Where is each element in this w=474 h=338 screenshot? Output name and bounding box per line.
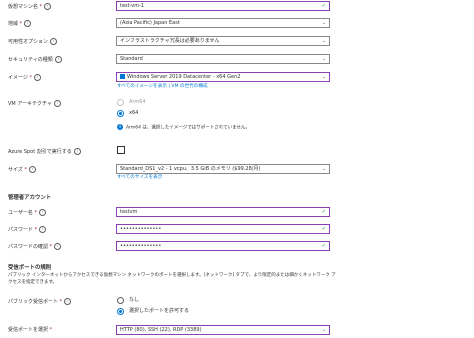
availability-select[interactable]: インフラストラクチャ冗長は必要ありません ⌄	[116, 36, 330, 46]
chevron-down-icon: ⌄	[321, 20, 326, 26]
chevron-down-icon: ⌄	[321, 38, 326, 44]
arm64-label: Arm64	[129, 99, 146, 105]
inbound-description: パブリック インターネットからアクセスできる仮想マシン ネットワークのポートを選…	[8, 273, 336, 285]
checkmark-icon: ✓	[321, 209, 326, 215]
checkmark-icon: ✓	[321, 243, 326, 249]
username-input[interactable]: testvm ✓	[116, 207, 330, 217]
size-select[interactable]: Standard_DS1_v2 - 1 vcpu、3.5 GiB のメモリ ($…	[116, 164, 330, 174]
allow-selected-ports-radio[interactable]	[117, 308, 124, 315]
info-icon[interactable]: i	[54, 243, 62, 250]
size-link[interactable]: すべてのサイズを表示	[117, 175, 162, 181]
none-radio[interactable]	[117, 297, 124, 304]
info-icon[interactable]: i	[50, 38, 58, 45]
none-label: なし	[129, 297, 140, 303]
availability-label: 可用性オプション i	[8, 38, 58, 46]
spot-checkbox[interactable]	[117, 146, 125, 154]
info-icon[interactable]: i	[44, 3, 52, 10]
password-input[interactable]: •••••••••••••• ✓	[116, 224, 330, 234]
chevron-down-icon: ⌄	[321, 74, 326, 80]
security-type-label: セキュリティの種類 i	[8, 56, 62, 64]
info-icon[interactable]: i	[64, 298, 72, 305]
windows-icon	[120, 73, 125, 79]
password-confirm-label: パスワードの確認 * i	[8, 243, 62, 251]
image-label: イメージ * i	[8, 74, 41, 82]
chevron-down-icon: ⌄	[321, 166, 326, 172]
checkmark-icon: ✓	[321, 3, 326, 9]
info-icon[interactable]: i	[28, 166, 36, 173]
arch-info: i Arm64 は、選択したイメージではサポートされていません。	[117, 124, 250, 132]
chevron-down-icon: ⌄	[321, 56, 326, 62]
vm-arch-label: VM アーキテクチャ i	[8, 100, 61, 108]
image-select[interactable]: Windows Server 2019 Datacenter - x64 Gen…	[116, 72, 330, 82]
image-links[interactable]: すべてのイメージを表示 | VM の世代の構成	[117, 84, 208, 90]
info-icon[interactable]: i	[53, 100, 61, 107]
x64-radio[interactable]	[117, 110, 124, 117]
security-type-select[interactable]: Standard ⌄	[116, 54, 330, 64]
username-label: ユーザー名 * i	[8, 209, 46, 217]
info-icon[interactable]: i	[73, 148, 81, 155]
region-select[interactable]: (Asia Pacific) Japan East ⌄	[116, 18, 330, 28]
inbound-heading: 受信ポートの規則	[8, 265, 52, 271]
arm64-radio	[117, 99, 124, 106]
size-label: サイズ * i	[8, 166, 36, 174]
chevron-down-icon: ⌄	[321, 327, 326, 333]
public-ports-label: パブリック受信ポート * i	[8, 298, 72, 306]
info-icon[interactable]: i	[39, 226, 47, 233]
info-filled-icon: i	[117, 124, 123, 130]
region-label: 地域 * i	[8, 20, 32, 28]
spot-label: Azure Spot 割引で実行する i	[8, 148, 81, 156]
checkmark-icon: ✓	[321, 226, 326, 232]
select-ports-select[interactable]: HTTP (80), SSH (22), RDP (3389) ⌄	[116, 325, 330, 335]
info-icon[interactable]: i	[54, 56, 62, 63]
info-icon[interactable]: i	[24, 20, 32, 27]
x64-label: x64	[129, 110, 139, 116]
vm-name-label: 仮想マシン名 * i	[8, 3, 52, 11]
vm-name-input[interactable]: test-vm-1 ✓	[116, 1, 330, 11]
allow-selected-ports-label: 選択したポートを許可する	[129, 308, 190, 314]
password-confirm-input[interactable]: •••••••••••••• ✓	[116, 241, 330, 251]
select-ports-label: 受信ポートを選択 *	[8, 327, 53, 333]
password-label: パスワード * i	[8, 226, 47, 234]
admin-heading: 管理者アカウント	[8, 195, 52, 201]
info-icon[interactable]: i	[34, 74, 41, 81]
info-icon[interactable]: i	[39, 209, 46, 216]
